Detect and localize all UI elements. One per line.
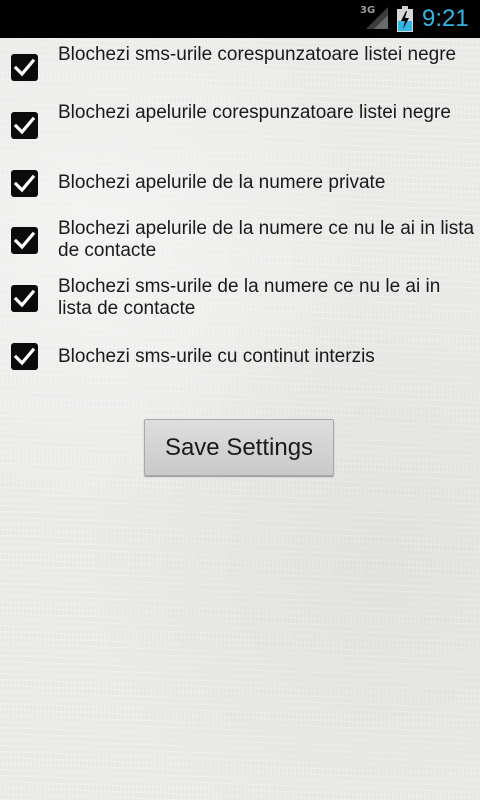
option-block-unknown-calls[interactable]: Blochezi apelurile de la numere ce nu le… — [0, 216, 480, 266]
option-label: Blochezi apelurile corespunzatoare liste… — [58, 102, 451, 123]
checkmark-icon — [13, 58, 36, 77]
clock: 9:21 — [422, 5, 469, 32]
signal-icon — [366, 7, 388, 29]
checkmark-icon — [13, 289, 36, 308]
checkmark-icon — [13, 347, 36, 366]
option-label: Blochezi sms-urile de la numere ce nu le… — [58, 276, 441, 319]
checkmark-icon — [13, 116, 36, 135]
checkmark-icon — [13, 231, 36, 250]
checkbox[interactable] — [11, 54, 38, 81]
checkmark-icon — [13, 174, 36, 193]
option-block-forbidden-sms[interactable]: Blochezi sms-urile cu continut interzis — [0, 333, 480, 379]
option-label: Blochezi apelurile de la numere ce nu le… — [58, 218, 475, 261]
checkbox[interactable] — [11, 343, 38, 370]
checkbox[interactable] — [11, 112, 38, 139]
checkbox[interactable] — [11, 227, 38, 254]
save-settings-button[interactable]: Save Settings — [144, 419, 334, 476]
option-block-unknown-sms[interactable]: Blochezi sms-urile de la numere ce nu le… — [0, 274, 480, 324]
option-block-blacklist-sms[interactable]: Blochezi sms-urile corespunzatoare liste… — [0, 42, 480, 92]
checkbox[interactable] — [11, 285, 38, 312]
option-block-private-calls[interactable]: Blochezi apelurile de la numere private — [0, 160, 480, 206]
option-label: Blochezi sms-urile corespunzatoare liste… — [58, 44, 457, 65]
option-block-blacklist-calls[interactable]: Blochezi apelurile corespunzatoare liste… — [0, 100, 480, 150]
status-bar: 3G 9:21 — [0, 0, 480, 38]
checkbox[interactable] — [11, 170, 38, 197]
battery-charging-icon — [397, 6, 413, 32]
option-label: Blochezi apelurile de la numere private — [58, 172, 386, 193]
option-label: Blochezi sms-urile cu continut interzis — [58, 346, 375, 367]
